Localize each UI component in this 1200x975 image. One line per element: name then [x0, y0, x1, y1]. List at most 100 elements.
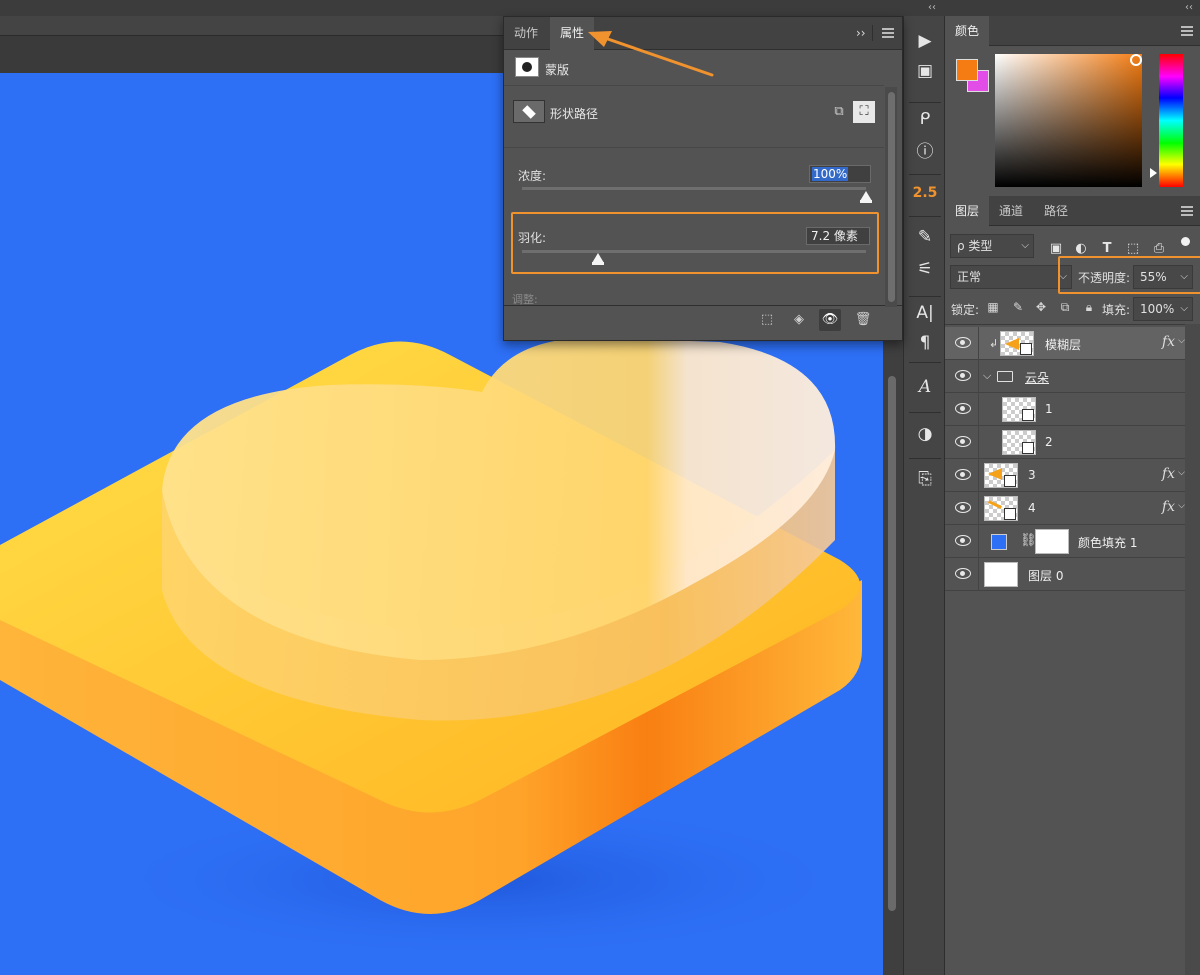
filter-image-icon[interactable]: ▣ [1048, 241, 1064, 257]
layer-row-4[interactable]: 4 fx ⌵ [945, 492, 1185, 525]
trash-icon[interactable]: 🗑︎ [852, 309, 874, 331]
lock-transparent-icon[interactable]: ▦ [986, 300, 1000, 314]
info-icon[interactable]: ⓘ [910, 136, 940, 162]
glyphs-icon[interactable]: A [910, 374, 940, 400]
panel-menu-icon[interactable] [882, 28, 894, 38]
toolbar-divider [909, 362, 941, 363]
chevron-down-icon[interactable]: ⌵ [983, 369, 991, 383]
shape-thumb-icon [988, 500, 1002, 509]
brush-settings-icon[interactable]: ⚟ [910, 256, 940, 282]
density-slider-knob[interactable] [860, 191, 872, 203]
properties-scrollbar[interactable] [885, 87, 897, 307]
collapse-right-icon[interactable]: ‹‹ [1185, 2, 1193, 13]
tab-properties[interactable]: 属性 [550, 17, 595, 50]
properties-panel-tabs: 动作 属性 ›› [504, 17, 902, 50]
density-slider-track[interactable] [522, 187, 866, 190]
panel-menu-icon[interactable] [1181, 206, 1193, 216]
scrollbar-thumb[interactable] [888, 376, 896, 911]
foreground-color-front[interactable] [956, 59, 978, 81]
collapse-icon[interactable]: ‹‹ [928, 2, 936, 13]
feather-label: 羽化: [518, 231, 547, 245]
lock-artboard-icon[interactable]: ⧉ [1058, 300, 1072, 314]
shape-path-thumbnail[interactable] [513, 100, 545, 123]
eye-icon[interactable] [955, 370, 971, 382]
filter-type-label: ρ 类型 [957, 239, 993, 253]
history-icon[interactable]: ⎘ [910, 466, 940, 492]
eye-icon[interactable] [955, 337, 971, 349]
layer-name: 4 [1028, 501, 1036, 515]
divider [978, 360, 979, 393]
paragraph-p-icon[interactable]: ᑭ [910, 106, 940, 132]
panel-menu-icon[interactable] [1181, 26, 1193, 36]
add-pixel-mask-icon[interactable]: ⧉ [828, 101, 850, 123]
tab-channels[interactable]: 通道 [989, 196, 1033, 226]
layers-scrollbar[interactable] [1185, 324, 1200, 975]
paragraph-icon[interactable]: ¶ [910, 330, 940, 356]
chevron-down-icon[interactable]: ⌵ [1178, 501, 1185, 511]
lock-all-icon[interactable]: 🔒︎ [1082, 300, 1096, 314]
layer-row-color-fill[interactable]: ⛓ 颜色填充 1 [945, 525, 1185, 558]
brush-presets-icon[interactable]: ✎ [910, 224, 940, 250]
lock-label: 锁定: [951, 303, 980, 317]
eye-icon[interactable] [955, 436, 971, 448]
layer-row-2[interactable]: 2 [945, 426, 1185, 459]
blend-mode-select[interactable]: 正常 ⌵ [950, 265, 1072, 289]
eye-icon[interactable] [955, 502, 971, 514]
layer-row-group-cloud[interactable]: ⌵ 云朵 [945, 360, 1185, 393]
color-saturation-field[interactable] [995, 54, 1142, 187]
eye-icon[interactable] [955, 535, 971, 547]
lock-position-icon[interactable]: ✥ [1034, 300, 1048, 314]
shape-path-label: 形状路径 [550, 107, 599, 121]
feather-input[interactable]: 7.2 像素 [806, 227, 870, 245]
fx-icon[interactable]: fx [1162, 466, 1175, 482]
apply-mask-icon[interactable]: ◈ [788, 309, 810, 331]
filter-adjustment-icon[interactable]: ◐ [1073, 241, 1089, 257]
layer-row-layer-0[interactable]: 图层 0 [945, 558, 1185, 591]
hue-slider-marker[interactable] [1150, 168, 1157, 178]
tab-layers[interactable]: 图层 [945, 196, 990, 226]
color-picker-cursor[interactable] [1130, 54, 1142, 66]
feather-slider-track[interactable] [522, 250, 866, 253]
character-icon[interactable]: A| [910, 300, 940, 326]
fx-icon[interactable]: fx [1162, 334, 1175, 350]
filter-smart-object-icon[interactable]: ⎙ [1151, 241, 1167, 257]
shape-diamond-icon [522, 105, 536, 119]
filter-toggle-icon[interactable] [1181, 237, 1190, 246]
fill-input[interactable]: 100% ⌵ [1133, 297, 1193, 321]
eye-icon[interactable] [955, 469, 971, 481]
layer-name: 图层 0 [1028, 569, 1064, 583]
density-input[interactable]: 100% [809, 165, 871, 183]
filter-text-icon[interactable]: T [1099, 241, 1115, 257]
layer-row-3[interactable]: 3 fx ⌵ [945, 459, 1185, 492]
chevron-down-icon[interactable]: ⌵ [1178, 336, 1185, 346]
toolbar-divider [909, 296, 941, 297]
expand-icon[interactable]: ›› [856, 26, 866, 40]
adjustments-icon[interactable]: ◑ [910, 421, 940, 447]
toolbar-divider [909, 102, 941, 103]
filter-shape-icon[interactable]: ⬚ [1125, 241, 1141, 257]
feather-slider-knob[interactable] [591, 253, 604, 265]
eye-icon[interactable] [955, 403, 971, 415]
tab-paths[interactable]: 路径 [1034, 196, 1078, 226]
lock-paint-icon[interactable]: ✎ [1011, 300, 1025, 314]
vector-mask-icon [1022, 409, 1034, 421]
visibility-eye-icon[interactable]: 👁︎ [819, 309, 841, 331]
chevron-down-icon[interactable]: ⌵ [1178, 468, 1185, 478]
layer-row-blur[interactable]: ↲ 模糊层 fx ⌵ [945, 327, 1185, 360]
scrollbar-thumb[interactable] [888, 92, 895, 302]
eye-icon[interactable] [955, 568, 971, 580]
fill-label: 填充: [1102, 303, 1131, 317]
version-number-icon[interactable]: 2.5 [910, 180, 940, 206]
play-icon[interactable]: ▶ [910, 28, 940, 54]
tab-actions[interactable]: 动作 [504, 17, 548, 50]
add-vector-mask-icon[interactable]: ⛶ [853, 101, 875, 123]
layer-filter-select[interactable]: ρ 类型 ⌵ [950, 234, 1034, 258]
layer-row-1[interactable]: 1 [945, 393, 1185, 426]
3d-cube-icon[interactable]: ▣ [910, 58, 940, 84]
fx-icon[interactable]: fx [1162, 499, 1175, 515]
divider [978, 492, 979, 525]
hue-slider[interactable] [1159, 54, 1183, 187]
tab-color[interactable]: 颜色 [945, 16, 990, 46]
toolbar-divider [909, 412, 941, 413]
load-selection-icon[interactable]: ⬚ [756, 309, 778, 331]
